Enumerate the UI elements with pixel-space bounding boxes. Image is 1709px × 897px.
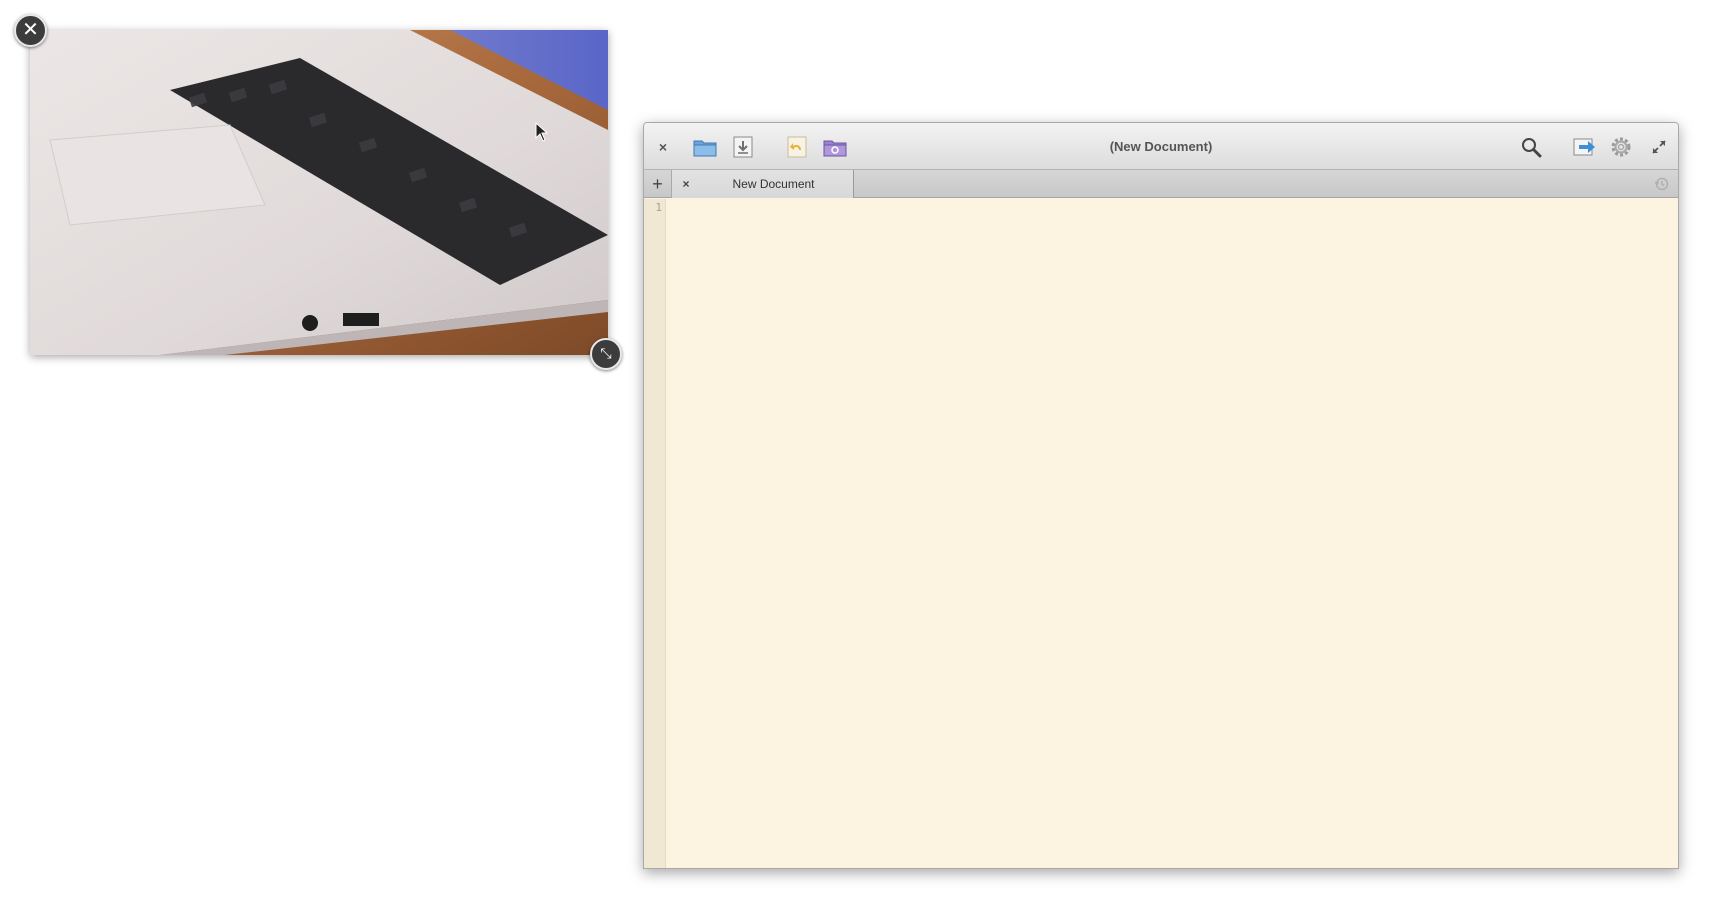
document-save-icon [733,136,753,157]
open-file-button[interactable] [690,123,720,170]
new-tab-button[interactable]: + [644,170,672,198]
share-button[interactable] [1570,123,1600,170]
tab-bar: + × New Document [644,170,1678,198]
revert-button[interactable] [782,123,812,170]
tab-new-document[interactable]: × New Document [672,170,854,198]
folder-project-icon [823,140,847,156]
search-button[interactable] [1516,123,1546,170]
fullscreen-icon [1652,139,1666,154]
laptop-photo [30,30,608,355]
picture-in-picture-window[interactable] [30,30,608,355]
window-close-button[interactable]: × [652,123,674,170]
line-number-gutter: 1 [644,199,666,868]
line-number: 1 [655,201,662,214]
tab-label: New Document [732,177,815,191]
project-folder-button[interactable] [820,123,850,170]
gear-icon [1611,137,1631,156]
history-icon[interactable] [1654,176,1670,192]
document-revert-icon [787,136,807,157]
text-editing-area[interactable] [666,199,1678,868]
pip-resize-button[interactable]: ⤡ [590,338,622,370]
share-export-icon [1573,138,1595,155]
settings-button[interactable] [1606,123,1636,170]
header-bar: × (New Document) [644,123,1678,170]
editor-content: 1 [644,199,1678,868]
save-file-button[interactable] [728,123,758,170]
mouse-cursor-icon [535,122,549,142]
pip-close-button[interactable]: ✕ [14,14,47,47]
text-editor-window: × (New Document) + × New Document 1 [643,122,1679,869]
fullscreen-button[interactable] [1646,123,1672,170]
tab-close-button[interactable]: × [678,170,694,198]
search-icon [1522,137,1542,157]
folder-open-icon [693,140,717,156]
